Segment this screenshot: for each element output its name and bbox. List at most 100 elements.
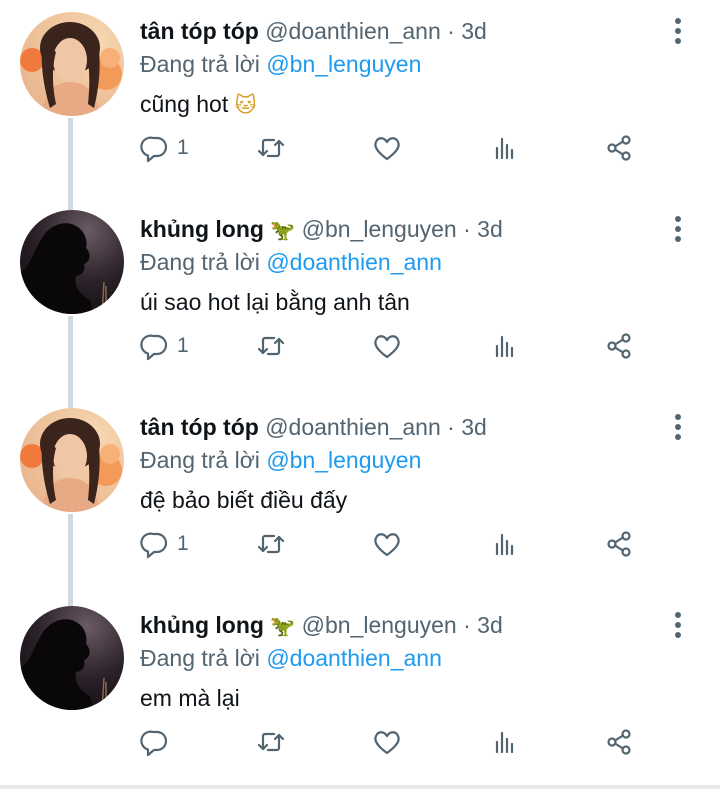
timestamp[interactable]: 3d (477, 612, 503, 638)
avatar[interactable] (20, 408, 124, 512)
separator-dot: · (463, 216, 471, 242)
display-name[interactable]: khủng long (140, 612, 264, 638)
tweet-header: khủng long 🦖 @bn_lenguyen · 3d (140, 611, 503, 640)
retweet-button[interactable] (256, 128, 286, 168)
user-handle[interactable]: @doanthien_ann (265, 18, 441, 44)
share-icon (607, 333, 631, 359)
retweet-icon (257, 336, 285, 356)
retweet-button[interactable] (256, 722, 286, 762)
dinosaur-emoji: 🦖 (270, 614, 296, 638)
display-name[interactable]: khủng long (140, 216, 264, 242)
heart-icon (374, 533, 400, 557)
reply-context: Đang trả lời @bn_lenguyen (140, 446, 421, 474)
reply-button[interactable] (140, 722, 177, 762)
reply-context: Đang trả lời @doanthien_ann (140, 248, 442, 276)
tweet-text: em mà lại (140, 684, 240, 712)
reply-prefix: Đang trả lời (140, 645, 260, 671)
heart-icon (374, 335, 400, 359)
tweet-actions (140, 722, 660, 762)
tweet-text: cũng hot 🐱 (140, 90, 257, 119)
user-handle[interactable]: @bn_lenguyen (302, 612, 457, 638)
reply-mention-link[interactable]: @doanthien_ann (266, 249, 442, 275)
tweet-header: khủng long 🦖 @bn_lenguyen · 3d (140, 215, 503, 244)
tweet-text-body: đệ bảo biết điều đấy (140, 487, 348, 513)
timestamp[interactable]: 3d (461, 414, 487, 440)
reply-context: Đang trả lời @doanthien_ann (140, 644, 442, 672)
display-name[interactable]: tân tóp tóp (140, 414, 259, 440)
share-button[interactable] (604, 722, 634, 762)
user-handle[interactable]: @bn_lenguyen (302, 216, 457, 242)
reply-icon (140, 334, 168, 361)
more-vertical-icon[interactable] (666, 14, 690, 48)
reply-count: 1 (177, 136, 189, 159)
tweet[interactable]: tân tóp tóp @doanthien_ann · 3d Đang trả… (0, 0, 720, 198)
share-button[interactable] (604, 524, 634, 564)
reply-icon (140, 532, 168, 559)
reply-icon (140, 730, 168, 757)
separator-dot: · (447, 18, 455, 44)
more-vertical-icon[interactable] (666, 608, 690, 642)
timestamp[interactable]: 3d (477, 216, 503, 242)
reply-button[interactable]: 1 (140, 326, 189, 366)
user-handle[interactable]: @doanthien_ann (265, 414, 441, 440)
stats-button[interactable] (490, 326, 520, 366)
tweet-actions: 1 (140, 524, 660, 564)
reply-mention-link[interactable]: @bn_lenguyen (266, 51, 421, 77)
retweet-icon (257, 138, 285, 158)
share-button[interactable] (604, 128, 634, 168)
separator-dot: · (463, 612, 471, 638)
avatar[interactable] (20, 606, 124, 710)
tweet-text-body: cũng hot (140, 91, 229, 117)
stats-button[interactable] (490, 722, 520, 762)
like-button[interactable] (372, 722, 402, 762)
tweet-actions: 1 (140, 326, 660, 366)
reply-context: Đang trả lời @bn_lenguyen (140, 50, 421, 78)
avatar[interactable] (20, 210, 124, 314)
cat-emoji: 🐱 (234, 93, 257, 117)
more-vertical-icon[interactable] (666, 212, 690, 246)
heart-icon (374, 137, 400, 161)
like-button[interactable] (372, 524, 402, 564)
stats-icon (495, 137, 514, 160)
tweet[interactable]: tân tóp tóp @doanthien_ann · 3d Đang trả… (0, 396, 720, 594)
tweet-actions: 1 (140, 128, 660, 168)
stats-icon (495, 731, 514, 754)
bottom-divider (0, 785, 720, 789)
stats-icon (495, 533, 514, 556)
share-button[interactable] (604, 326, 634, 366)
tweet[interactable]: khủng long 🦖 @bn_lenguyen · 3d Đang trả … (0, 198, 720, 396)
tweet-text-body: úi sao hot lại bằng anh tân (140, 289, 410, 315)
stats-icon (495, 335, 514, 358)
reply-count: 1 (177, 532, 189, 555)
avatar[interactable] (20, 12, 124, 116)
more-vertical-icon[interactable] (666, 410, 690, 444)
dinosaur-emoji: 🦖 (270, 218, 296, 242)
stats-button[interactable] (490, 524, 520, 564)
tweet-header: tân tóp tóp @doanthien_ann · 3d (140, 413, 487, 441)
reply-mention-link[interactable]: @doanthien_ann (266, 645, 442, 671)
reply-icon (140, 136, 168, 163)
share-icon (607, 531, 631, 557)
tweet-text: đệ bảo biết điều đấy (140, 486, 347, 514)
like-button[interactable] (372, 326, 402, 366)
stats-button[interactable] (490, 128, 520, 168)
tweet-text-body: em mà lại (140, 685, 240, 711)
reply-prefix: Đang trả lời (140, 51, 260, 77)
tweet[interactable]: khủng long 🦖 @bn_lenguyen · 3d Đang trả … (0, 594, 720, 792)
share-icon (607, 135, 631, 161)
share-icon (607, 729, 631, 755)
reply-count: 1 (177, 334, 189, 357)
retweet-button[interactable] (256, 524, 286, 564)
retweet-button[interactable] (256, 326, 286, 366)
reply-button[interactable]: 1 (140, 128, 189, 168)
reply-mention-link[interactable]: @bn_lenguyen (266, 447, 421, 473)
display-name[interactable]: tân tóp tóp (140, 18, 259, 44)
reply-prefix: Đang trả lời (140, 447, 260, 473)
like-button[interactable] (372, 128, 402, 168)
reply-prefix: Đang trả lời (140, 249, 260, 275)
separator-dot: · (447, 414, 455, 440)
retweet-icon (257, 732, 285, 752)
reply-button[interactable]: 1 (140, 524, 189, 564)
timestamp[interactable]: 3d (461, 18, 487, 44)
tweet-header: tân tóp tóp @doanthien_ann · 3d (140, 17, 487, 45)
